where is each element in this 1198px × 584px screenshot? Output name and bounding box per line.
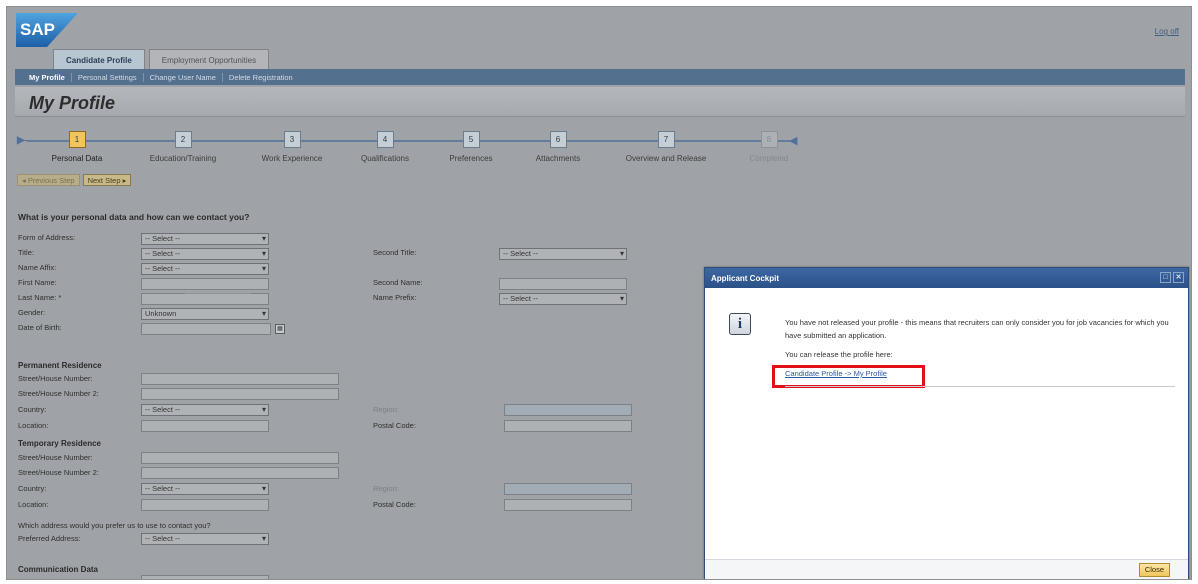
subnav-personal-settings[interactable]: Personal Settings: [72, 72, 144, 82]
sap-page: SAP Log off Candidate Profile Employment…: [6, 6, 1192, 580]
temp-street2-label: Street/House Number 2:: [18, 468, 99, 477]
perm-country-label: Country:: [18, 405, 47, 414]
title-label: Title:: [18, 248, 34, 257]
temp-country-select[interactable]: -- Select --: [141, 483, 269, 495]
temp-postal-label: Postal Code:: [373, 500, 416, 509]
temp-region-field: [504, 483, 632, 495]
name-prefix-select[interactable]: -- Select --: [499, 293, 627, 305]
perm-street-field[interactable]: [141, 373, 339, 385]
temporary-residence-heading: Temporary Residence: [18, 439, 101, 448]
applicant-cockpit-dialog: Applicant Cockpit □ ✕ i You have not rel…: [704, 267, 1189, 579]
previous-step-button[interactable]: ◂ Previous Step: [17, 174, 80, 186]
name-prefix-label: Name Prefix:: [373, 293, 417, 302]
roadmap-step-completed: 8 Completed: [694, 131, 844, 163]
perm-postal-label: Postal Code:: [373, 421, 416, 430]
preferred-address-select[interactable]: -- Select --: [141, 533, 269, 545]
second-name-label: Second Name:: [373, 278, 423, 287]
step-number: 6: [549, 131, 567, 148]
form-of-address-select[interactable]: -- Select --: [141, 233, 269, 245]
second-name-field[interactable]: [499, 278, 627, 290]
date-of-birth-field[interactable]: [141, 323, 271, 335]
temp-region-label: Region:: [373, 484, 399, 493]
temp-location-field[interactable]: [141, 499, 269, 511]
dialog-footer: Close: [705, 559, 1188, 579]
step-label: Completed: [749, 154, 789, 163]
sap-logo-text: SAP: [20, 20, 55, 39]
gender-select[interactable]: Unknown: [141, 308, 269, 320]
name-affix-label: Name Affix:: [18, 263, 57, 272]
preferred-address-label: Preferred Address:: [18, 534, 81, 543]
field-underline: [185, 293, 251, 294]
temp-street2-field[interactable]: [141, 467, 339, 479]
perm-region-field: [504, 404, 632, 416]
perm-location-label: Location:: [18, 421, 49, 430]
dialog-release-text: You can release the profile here:: [785, 350, 893, 359]
step-nav-buttons: ◂ Previous Step Next Step ▸: [17, 174, 132, 186]
maximize-icon[interactable]: □: [1160, 272, 1171, 283]
temp-street-label: Street/House Number:: [18, 453, 93, 462]
temp-location-label: Location:: [18, 500, 49, 509]
first-name-field[interactable]: [141, 278, 269, 290]
step-number: 2: [174, 131, 192, 148]
communication-field[interactable]: [141, 575, 269, 579]
page-title-bar: My Profile: [15, 87, 1185, 117]
permanent-residence-heading: Permanent Residence: [18, 361, 102, 370]
perm-region-label: Region:: [373, 405, 399, 414]
close-button[interactable]: Close: [1138, 563, 1170, 577]
second-title-label: Second Title:: [373, 248, 417, 257]
step-number: 4: [376, 131, 394, 148]
calendar-icon[interactable]: ▦: [275, 324, 285, 334]
communication-data-heading: Communication Data: [18, 565, 99, 574]
sap-logo: SAP: [16, 13, 78, 47]
tab-employment-opportunities[interactable]: Employment Opportunities: [148, 49, 270, 69]
subnav-change-user-name[interactable]: Change User Name: [144, 72, 223, 82]
logout-link[interactable]: Log off: [1155, 27, 1179, 36]
next-step-button[interactable]: Next Step ▸: [82, 174, 132, 186]
roadmap: ▶— ◀ 1 Personal Data 2 Education/Trainin…: [15, 127, 805, 171]
dialog-divider: [785, 386, 1175, 387]
subnav-delete-registration[interactable]: Delete Registration: [223, 73, 299, 82]
step-number: 3: [283, 131, 301, 148]
form-of-address-label: Form of Address:: [18, 233, 76, 242]
dialog-controls: □ ✕: [1160, 272, 1184, 283]
temp-postal-field[interactable]: [504, 499, 632, 511]
page-title: My Profile: [29, 93, 116, 113]
last-name-label: Last Name: *: [18, 293, 62, 302]
step-number: 1: [68, 131, 86, 148]
temp-country-label: Country:: [18, 484, 47, 493]
form-heading: What is your personal data and how can w…: [18, 212, 250, 222]
info-icon: i: [729, 313, 751, 335]
perm-location-field[interactable]: [141, 420, 269, 432]
step-number: 8: [760, 131, 778, 148]
dialog-title-bar: Applicant Cockpit □ ✕: [705, 268, 1188, 288]
dialog-title: Applicant Cockpit: [711, 274, 780, 283]
next-step-label: Next Step: [87, 176, 121, 185]
main-tabs: Candidate Profile Employment Opportuniti…: [53, 49, 273, 69]
date-of-birth-label: Date of Birth:: [18, 323, 62, 332]
temp-street-field[interactable]: [141, 452, 339, 464]
perm-street2-label: Street/House Number 2:: [18, 389, 99, 398]
perm-street-label: Street/House Number:: [18, 374, 93, 383]
candidate-profile-link[interactable]: Candidate Profile -> My Profile: [785, 369, 887, 378]
previous-step-label: Previous Step: [27, 176, 75, 185]
perm-postal-field[interactable]: [504, 420, 632, 432]
tab-candidate-profile[interactable]: Candidate Profile: [53, 49, 145, 69]
step-number: 7: [657, 131, 675, 148]
contact-question-label: Which address would you prefer us to use…: [18, 521, 211, 530]
name-affix-select[interactable]: -- Select --: [141, 263, 269, 275]
perm-country-select[interactable]: -- Select --: [141, 404, 269, 416]
step-number: 5: [462, 131, 480, 148]
gender-label: Gender:: [18, 308, 46, 317]
first-name-label: First Name:: [18, 278, 57, 287]
title-select[interactable]: -- Select --: [141, 248, 269, 260]
close-icon[interactable]: ✕: [1173, 272, 1184, 283]
subnav-my-profile[interactable]: My Profile: [23, 72, 72, 82]
last-name-field[interactable]: [141, 293, 269, 305]
perm-street2-field[interactable]: [141, 388, 339, 400]
sub-navigation: My Profile Personal Settings Change User…: [15, 69, 1185, 85]
dialog-message: You have not released your profile - thi…: [785, 318, 1169, 340]
second-title-select[interactable]: -- Select --: [499, 248, 627, 260]
